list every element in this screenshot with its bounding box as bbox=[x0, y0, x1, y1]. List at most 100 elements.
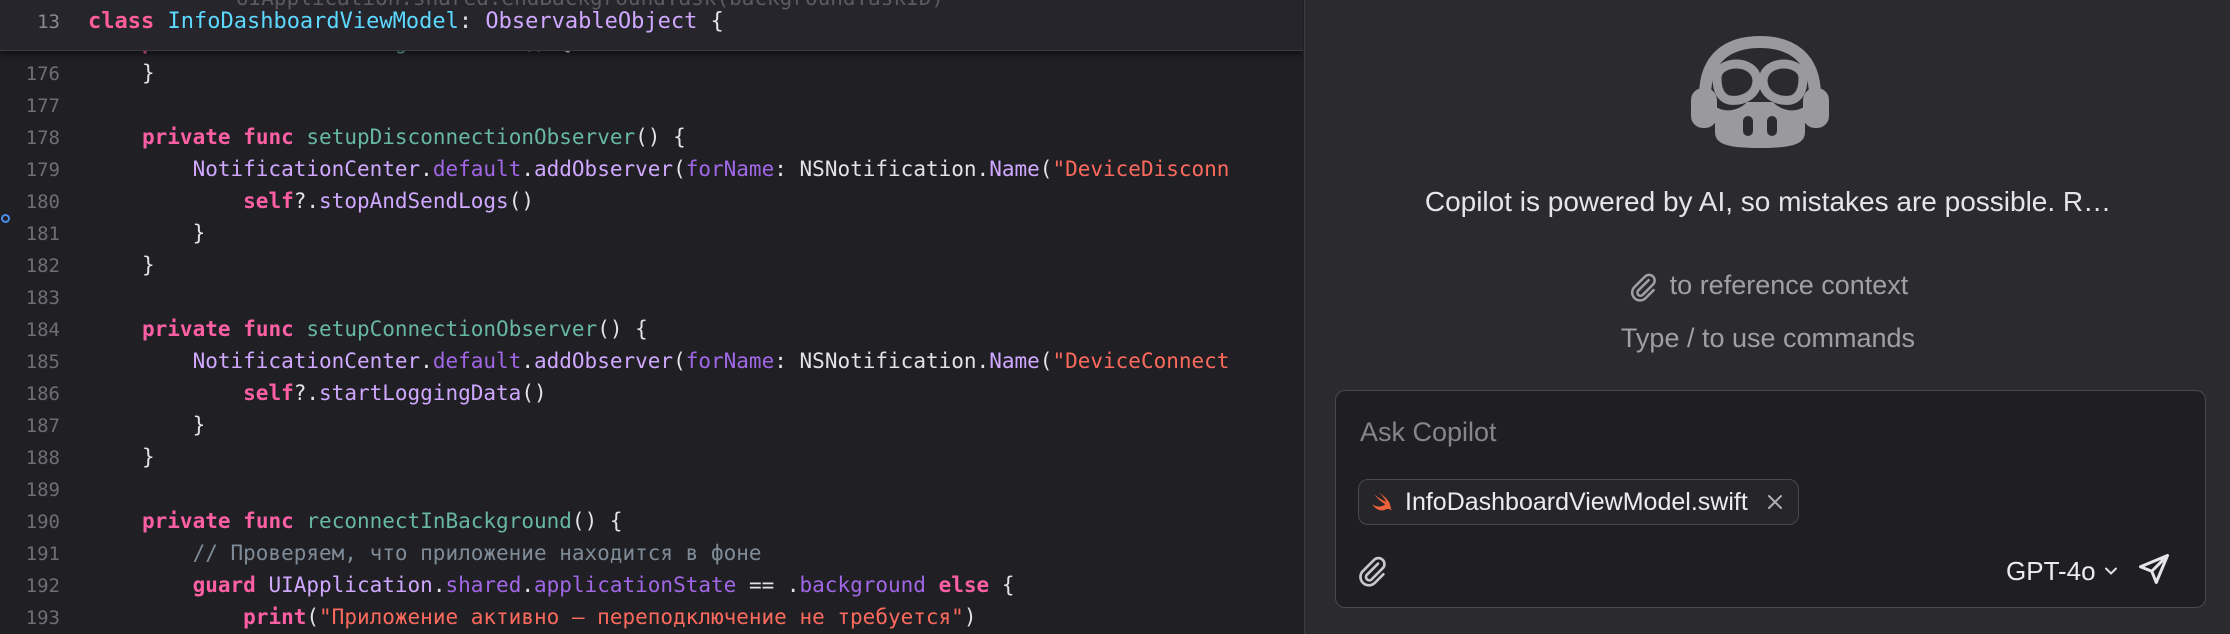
token: ?. bbox=[293, 189, 320, 213]
chat-composer: InfoDashboardViewModel.swift GPT-4o bbox=[1335, 390, 2206, 608]
colon: : bbox=[458, 9, 486, 34]
token: NotificationCenter bbox=[192, 157, 421, 181]
token: ( bbox=[1039, 349, 1053, 373]
code-line[interactable]: 187 } bbox=[0, 409, 206, 441]
chevron-down-icon bbox=[2104, 567, 2117, 575]
token: self bbox=[243, 189, 294, 213]
token: NSNotification bbox=[799, 349, 977, 373]
token: func bbox=[243, 125, 294, 149]
paperclip-icon bbox=[1630, 273, 1656, 302]
code-line[interactable]: 176} bbox=[0, 57, 155, 89]
token: stopAndSendLogs bbox=[319, 189, 509, 213]
code-line[interactable]: 191 // Проверяем, что приложение находит… bbox=[0, 537, 762, 569]
token: () { bbox=[571, 509, 623, 533]
code-text: private func setupDisconnectionObserver(… bbox=[142, 125, 686, 149]
token: setupDisconnectionObserver bbox=[306, 125, 636, 149]
sticky-line-number: 13 bbox=[37, 11, 60, 33]
token: addObserver bbox=[533, 157, 674, 181]
token: else bbox=[938, 573, 990, 597]
model-selector[interactable]: GPT-4o bbox=[2006, 551, 2118, 591]
code-text: } bbox=[142, 445, 155, 469]
code-line[interactable]: 177 bbox=[0, 89, 142, 121]
code-line[interactable]: 186 self?.startLoggingData() bbox=[0, 377, 547, 409]
class-name: InfoDashboardViewModel bbox=[167, 9, 459, 34]
token: self bbox=[243, 381, 294, 405]
token: ( bbox=[673, 349, 686, 373]
token: UIApplication bbox=[268, 573, 433, 597]
ask-copilot-input[interactable] bbox=[1358, 411, 2182, 453]
token: { bbox=[989, 573, 1015, 597]
token: } bbox=[142, 445, 155, 469]
token: } bbox=[142, 253, 155, 277]
attached-file-name: InfoDashboardViewModel.swift bbox=[1405, 487, 1748, 516]
line-number: 185 bbox=[25, 351, 60, 373]
code-line[interactable]: 178 private func setupDisconnectionObserv… bbox=[0, 121, 686, 153]
token: applicationState bbox=[534, 573, 737, 597]
token: private bbox=[142, 125, 231, 149]
code-text: private func setupConnectionObserver() { bbox=[142, 317, 648, 341]
close-icon[interactable] bbox=[1766, 493, 1784, 511]
token: . bbox=[420, 349, 433, 373]
code-text: } bbox=[142, 221, 206, 245]
code-line[interactable]: 182} bbox=[0, 249, 155, 281]
send-icon[interactable] bbox=[2136, 551, 2172, 587]
token: () bbox=[521, 381, 547, 405]
line-number: 177 bbox=[25, 95, 60, 117]
line-number: 181 bbox=[25, 223, 60, 245]
token: default bbox=[432, 349, 522, 373]
line-number: 176 bbox=[25, 63, 60, 85]
line-number: 191 bbox=[25, 543, 60, 565]
token: } bbox=[192, 413, 206, 437]
line-number: 189 bbox=[25, 479, 60, 501]
code-line[interactable]: 189 bbox=[0, 473, 142, 505]
reference-context-hint: to reference context bbox=[1305, 270, 2230, 302]
token: . bbox=[521, 573, 534, 597]
reference-hint-text: to reference context bbox=[1669, 270, 1909, 300]
code-line[interactable]: 192 guard UIApplication.shared.applicati… bbox=[0, 569, 1015, 601]
attach-paperclip-icon[interactable] bbox=[1356, 555, 1388, 587]
token: } bbox=[142, 61, 155, 85]
code-line[interactable]: 181 } bbox=[0, 217, 206, 249]
token: guard bbox=[192, 573, 256, 597]
token: () bbox=[508, 189, 534, 213]
code-line[interactable]: 188} bbox=[0, 441, 155, 473]
sticky-scope-header[interactable]: UIApplication.shared.endBackgroundTask(b… bbox=[0, 0, 1303, 51]
token: == . bbox=[736, 573, 800, 597]
token: forName bbox=[685, 157, 775, 181]
token: ?. bbox=[293, 381, 320, 405]
line-number: 188 bbox=[25, 447, 60, 469]
line-number: 190 bbox=[25, 511, 60, 533]
token: . bbox=[521, 349, 534, 373]
token: () { bbox=[635, 125, 686, 149]
token: ( bbox=[306, 605, 320, 629]
code-line[interactable]: 193 print("Приложение активно — переподк… bbox=[0, 601, 977, 633]
token: private bbox=[142, 509, 231, 533]
code-editor[interactable]: UIApplication.shared.endBackgroundTask(b… bbox=[0, 0, 1303, 634]
swift-file-icon bbox=[1372, 492, 1392, 511]
code-text: // Проверяем, что приложение находится в… bbox=[142, 541, 762, 565]
code-line[interactable]: 190 private func reconnectInBackground() … bbox=[0, 505, 623, 537]
commands-hint: Type / to use commands bbox=[1620, 323, 1916, 353]
line-number: 182 bbox=[25, 255, 60, 277]
token: "DeviceDisconn bbox=[1052, 157, 1230, 181]
token: () { bbox=[597, 317, 648, 341]
token: NSNotification bbox=[799, 157, 977, 181]
attached-file-chip[interactable]: InfoDashboardViewModel.swift bbox=[1358, 479, 1799, 525]
code-text: private func reconnectInBackground() { bbox=[142, 509, 623, 533]
token: addObserver bbox=[533, 349, 674, 373]
line-number: 184 bbox=[25, 319, 60, 341]
code-line[interactable]: 180 self?.stopAndSendLogs() bbox=[0, 185, 534, 217]
code-text: print("Приложение активно — переподключе… bbox=[142, 605, 976, 629]
code-text: guard UIApplication.shared.applicationSt… bbox=[142, 573, 1015, 597]
keyword-class: class bbox=[88, 9, 155, 34]
protocol-name: ObservableObject bbox=[485, 9, 698, 34]
line-number: 186 bbox=[25, 383, 60, 405]
code-line[interactable]: 185 NotificationCenter.default.addObserv… bbox=[0, 345, 1230, 377]
code-line[interactable]: 179 NotificationCenter.default.addObserv… bbox=[0, 153, 1230, 185]
code-text: self?.startLoggingData() bbox=[142, 381, 547, 405]
line-number: 179 bbox=[25, 159, 60, 181]
code-line[interactable]: 183 bbox=[0, 281, 142, 313]
line-number: 180 bbox=[25, 191, 60, 213]
token: "Приложение активно — переподключение не… bbox=[319, 605, 964, 629]
code-line[interactable]: 184 private func setupConnectionObserver(… bbox=[0, 313, 648, 345]
